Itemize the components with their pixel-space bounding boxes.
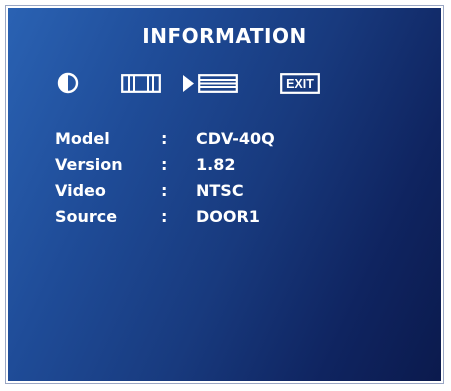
contrast-icon[interactable] [57, 72, 79, 94]
exit-icon[interactable]: EXIT [280, 73, 320, 94]
info-value: NTSC [196, 181, 244, 200]
info-label: Source [55, 207, 118, 226]
info-label: Version [55, 155, 123, 174]
exit-icon-label: EXIT [286, 77, 314, 91]
info-separator: : [161, 207, 168, 226]
osd-title: INFORMATION [142, 24, 307, 48]
horizontal-position-icon[interactable] [121, 74, 161, 93]
selection-arrow-icon [182, 74, 196, 93]
osd-panel: INFORMATION EXIT Model: CDV-40Q Version… [5, 5, 444, 384]
info-value: 1.82 [196, 155, 236, 174]
info-value: CDV-40Q [196, 129, 275, 148]
info-separator: : [161, 155, 168, 174]
info-separator: : [161, 181, 168, 200]
info-value: DOOR1 [196, 207, 260, 226]
information-menu-icon[interactable] [198, 74, 238, 93]
osd-menu-bar: EXIT [8, 71, 441, 97]
info-label: Video [55, 181, 106, 200]
info-label: Model [55, 129, 110, 148]
info-separator: : [161, 129, 168, 148]
